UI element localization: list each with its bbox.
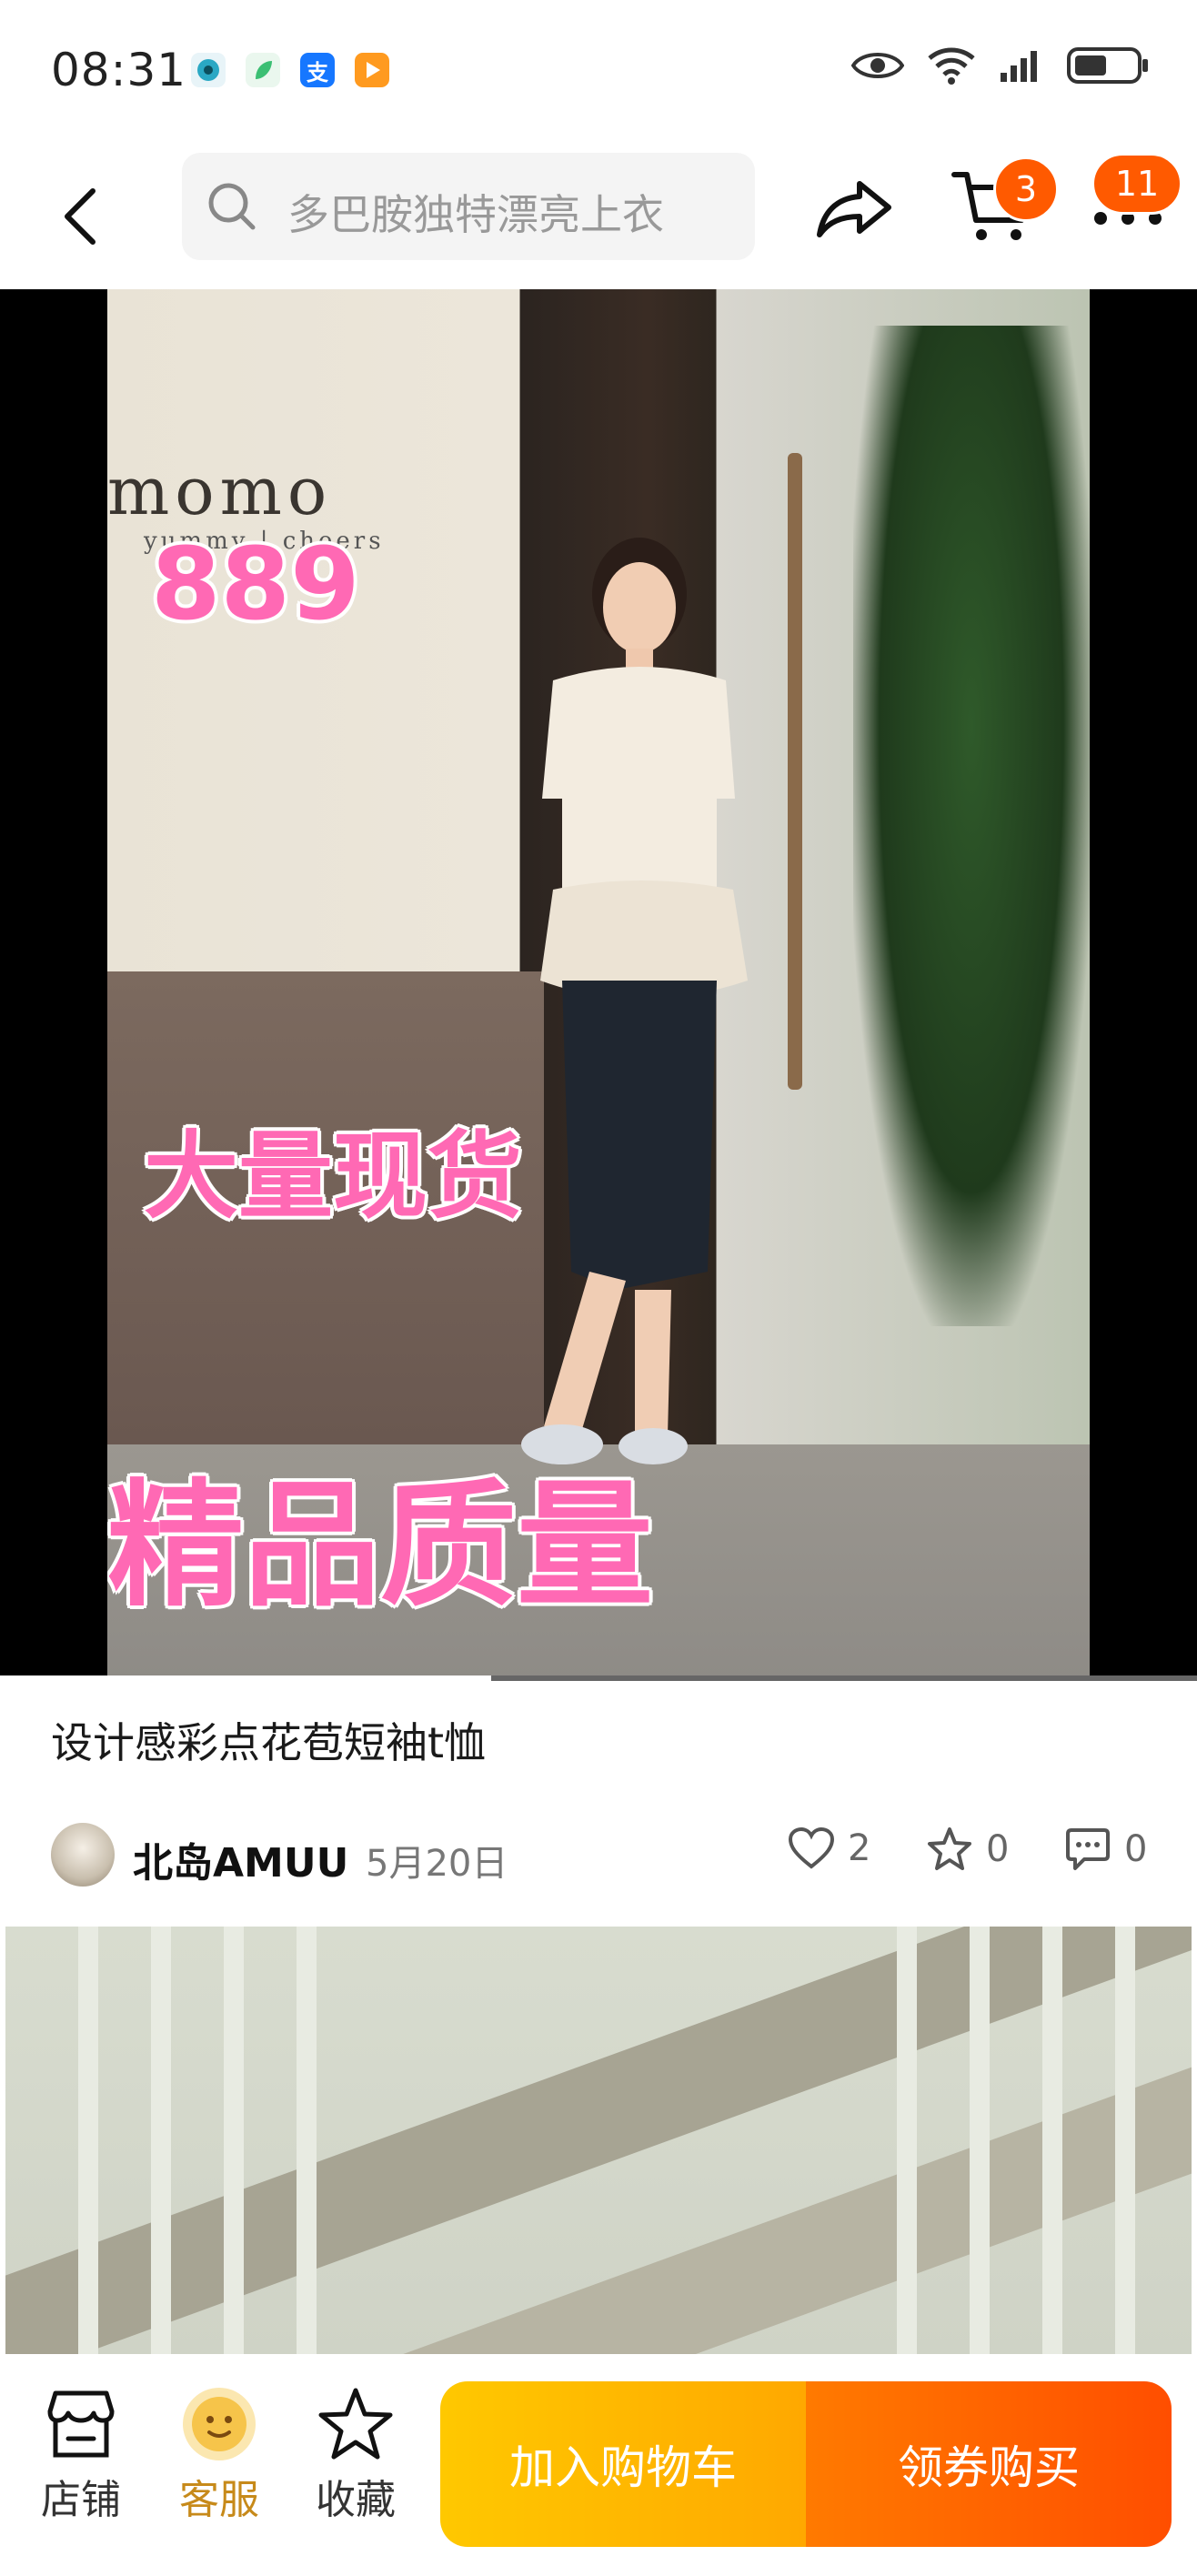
star-icon [318,2388,393,2460]
eye-icon [850,47,905,87]
favorite-button[interactable]: 0 [926,1826,1009,1872]
collect-label: 收藏 [316,2477,396,2523]
video-progress-fill [0,1675,491,1681]
comment-icon [1066,1828,1110,1870]
comment-count: 0 [1124,1828,1148,1870]
customer-service-button[interactable]: 客服 [169,2383,269,2525]
video-progress-bar[interactable] [0,1675,1197,1681]
model-figure [521,538,748,1464]
railing-post [78,1927,98,2354]
post-title: 设计感彩点花苞短袖t恤 [51,1718,487,1767]
customer-service-label: 客服 [179,2477,259,2523]
heart-icon [788,1826,835,1869]
store-icon [47,2390,115,2458]
share-button[interactable] [814,171,896,244]
store-label: 店铺 [41,2477,121,2523]
author-name[interactable]: 北岛AMUU [133,1830,348,1888]
alipay-app-icon: 支 [300,53,335,87]
favorite-count: 0 [986,1828,1010,1870]
post-image[interactable] [5,1927,1192,2354]
camera-app-icon [191,53,226,87]
railing-post [897,1927,917,2354]
share-icon [817,181,891,237]
railing-post [970,1927,990,2354]
star-icon [928,1827,971,1870]
collect-button[interactable]: 收藏 [306,2383,406,2525]
store-button[interactable]: 店铺 [31,2383,131,2525]
avatar[interactable] [51,1823,115,1887]
leaf-app-icon [246,53,280,87]
railing-post [151,1927,171,2354]
railing-post [1042,1927,1062,2354]
status-time: 08:31 [51,44,187,96]
store-sign: momo [107,453,333,529]
customer-service-icon [183,2388,256,2460]
message-count-badge: 11 [1091,153,1182,215]
cart-count-badge: 3 [993,156,1059,222]
overlay-stock-text: 大量现货 [144,1121,523,1232]
overlay-number: 889 [151,526,360,642]
video-app-icon [355,53,389,87]
video-player[interactable]: momo yummy | cheers 889 大量现货 精品质量 [0,289,1197,1681]
back-button[interactable] [55,180,109,253]
like-button[interactable]: 2 [788,1826,870,1870]
like-count: 2 [848,1827,871,1869]
plant [853,326,1090,1326]
video-frame: momo yummy | cheers 889 大量现货 精品质量 [107,289,1090,1681]
search-icon [208,183,256,230]
bottom-action-bar: 店铺 客服 收藏 加入购物车 领券购买 [0,2354,1197,2576]
post-date: 5月20日 [366,1843,508,1885]
railing-post [297,1927,317,2354]
buy-with-coupon-button[interactable]: 领券购买 [806,2381,1172,2547]
comment-button[interactable]: 0 [1064,1826,1147,1872]
search-input[interactable]: 多巴胺独特漂亮上衣 [182,153,755,260]
railing-post [224,1927,244,2354]
wifi-icon [926,45,977,89]
battery-icon [1066,45,1152,89]
author-row: 北岛AMUU 5月20日 2 0 0 [0,1819,1197,1892]
status-app-icons: 支 [191,53,389,87]
door-handle [788,453,802,1090]
status-right-icons [850,45,1152,89]
overlay-quality-text: 精品质量 [107,1467,654,1625]
status-bar: 08:31 支 [0,0,1197,146]
railing-post [1115,1927,1135,2354]
add-to-cart-button[interactable]: 加入购物车 [440,2381,806,2547]
search-placeholder: 多巴胺独特漂亮上衣 [287,190,664,239]
chevron-left-icon [65,188,96,245]
signal-icon [999,47,1044,87]
